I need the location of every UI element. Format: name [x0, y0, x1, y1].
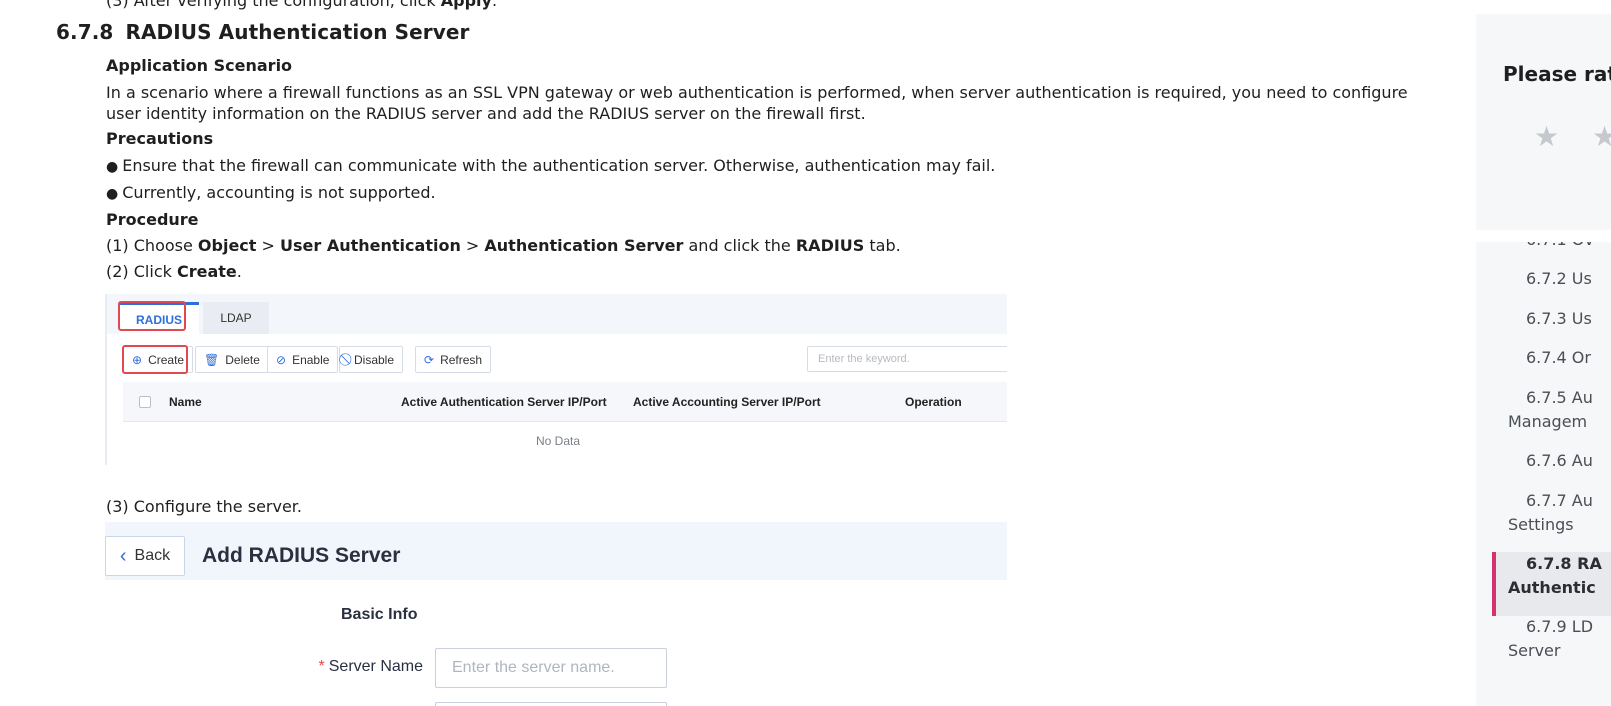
toc-item[interactable]: 6.7.1 Ov [1526, 242, 1594, 252]
basic-info-heading: Basic Info [341, 606, 418, 623]
column-operation: Operation [905, 395, 962, 409]
toc-item[interactable]: 6.7.9 LD Server [1508, 615, 1593, 663]
section-title: RADIUS Authentication Server [125, 20, 470, 44]
previous-step-text: (3) After verifying the configuration, c… [106, 0, 498, 10]
document-content: (3) After verifying the configuration, c… [0, 0, 1440, 706]
select-all-checkbox[interactable] [139, 396, 151, 408]
refresh-icon: ⟳ [424, 352, 435, 367]
right-sidebar: Please rat ★ ★ 6.7.1 Ov 6.7.2 Us 6.7.3 U… [1476, 0, 1611, 706]
toc-item[interactable]: 6.7.7 Au Settings [1508, 489, 1593, 537]
enable-button[interactable]: ⊘ Enable [267, 346, 339, 373]
highlight-create-button [122, 345, 188, 374]
highlight-radius-tab [118, 301, 186, 331]
precaution-item: ● Ensure that the firewall can communicat… [106, 156, 996, 175]
star-icon[interactable]: ★ [1534, 120, 1559, 153]
back-button[interactable]: ‹ Back [105, 536, 185, 576]
empty-table-text: No Data [535, 434, 581, 448]
toc-item[interactable]: 6.7.3 Us [1526, 307, 1592, 331]
refresh-button[interactable]: ⟳ Refresh [415, 346, 492, 373]
bullet-icon: ● [106, 159, 119, 175]
chevron-left-icon: ‹ [119, 545, 127, 567]
rating-panel: Please rat ★ ★ [1476, 14, 1611, 230]
precaution-item: ● Currently, accounting is not supported. [106, 183, 436, 202]
table-header: Name Active Authentication Server IP/Por… [123, 382, 1007, 422]
column-auth-server: Active Authentication Server IP/Port [401, 395, 607, 409]
toc-item[interactable]: 6.7.6 Au [1526, 449, 1593, 473]
column-name: Name [169, 395, 202, 409]
required-marker: * [318, 658, 325, 675]
disable-button[interactable]: ⃠Disable [339, 346, 404, 373]
application-scenario-text: In a scenario where a firewall functions… [106, 83, 1408, 123]
section-heading: 6.7.8 RADIUS Authentication Server [56, 20, 470, 44]
toc-item[interactable]: 6.7.4 Or [1526, 346, 1591, 370]
application-scenario-heading: Application Scenario [106, 56, 293, 75]
precautions-heading: Precautions [106, 129, 214, 148]
form-title: Add RADIUS Server [202, 544, 401, 567]
trash-icon: 🗑 [204, 352, 220, 367]
table-of-contents: 6.7.1 Ov 6.7.2 Us 6.7.3 Us 6.7.4 Or 6.7.… [1476, 242, 1611, 706]
rating-title: Please rat [1503, 62, 1611, 86]
next-field-input[interactable] [435, 702, 667, 706]
server-name-label: * Server Name [318, 658, 423, 675]
delete-button[interactable]: 🗑 Delete [195, 346, 269, 373]
keyword-search-input[interactable]: Enter the keyword. [807, 346, 1007, 372]
add-radius-server-screenshot: ‹ Back Add RADIUS Server Basic Info * Serv… [105, 522, 1007, 706]
tab-ldap[interactable]: LDAP [203, 302, 269, 334]
star-icon[interactable]: ★ [1592, 120, 1611, 153]
procedure-step-1: (1) Choose Object > User Authentication … [106, 236, 901, 255]
toc-item-active[interactable]: 6.7.8 RA Authentic [1508, 552, 1602, 600]
radius-list-screenshot: RADIUS LDAP ⊕Create 🗑Delete ⊘Enable ⃠Dis… [105, 294, 1007, 465]
server-name-input[interactable]: Enter the server name. [435, 648, 667, 688]
procedure-step-2: (2) Click Create. [106, 262, 242, 281]
procedure-heading: Procedure [106, 210, 199, 229]
column-accounting-server: Active Accounting Server IP/Port [633, 395, 821, 409]
section-number: 6.7.8 [56, 20, 114, 44]
procedure-step-3: (3) Configure the server. [106, 497, 302, 516]
bullet-icon: ● [106, 186, 119, 202]
toc-item[interactable]: 6.7.5 Au Managem [1508, 386, 1593, 434]
check-circle-icon: ⊘ [276, 352, 287, 367]
toc-item[interactable]: 6.7.2 Us [1526, 267, 1592, 291]
